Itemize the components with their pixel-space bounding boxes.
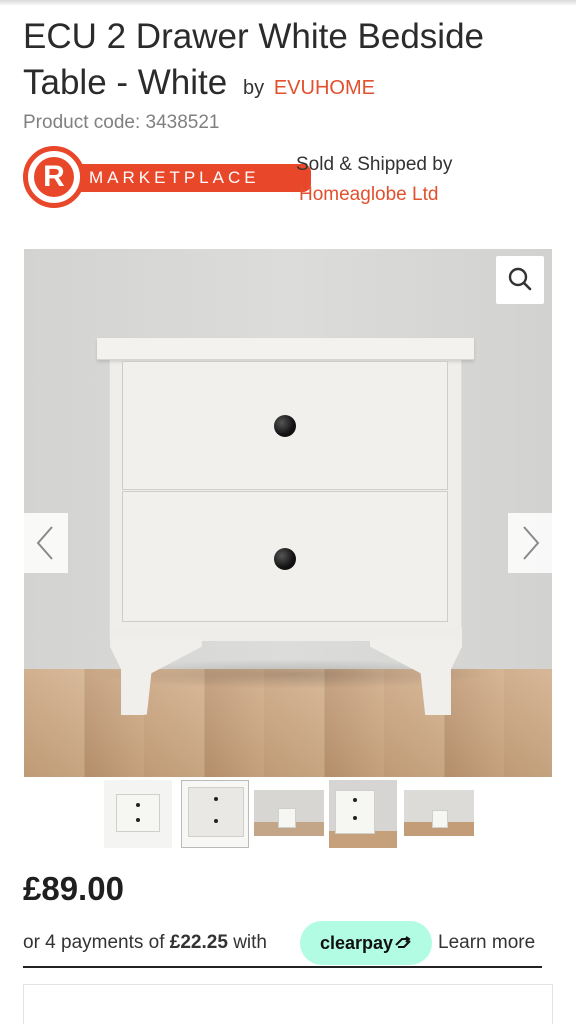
chevron-left-icon: [36, 526, 53, 560]
drawer-knob-top: [274, 415, 296, 437]
thumbnail-5[interactable]: [404, 790, 474, 836]
clearpay-label: clearpay: [319, 933, 394, 953]
installment-amount: £22.25: [169, 932, 228, 953]
payments-divider: [23, 966, 542, 968]
installment-prefix: or 4 payments of: [23, 932, 170, 953]
clearpay-badge[interactable]: clearpay: [300, 921, 432, 965]
learn-more-link[interactable]: Learn more: [438, 928, 535, 958]
sold-shipped-label: Sold & Shipped by: [296, 154, 453, 175]
clearpay-arrows-icon: [395, 936, 411, 948]
seller-link[interactable]: Homeaglobe Ltd: [299, 180, 438, 210]
product-image-gallery[interactable]: [24, 249, 552, 777]
product-code: Product code: 3438521: [23, 112, 220, 133]
thumbnail-5-table: [432, 810, 448, 828]
next-section-box: [23, 984, 553, 1024]
thumbnail-1-table: [116, 794, 160, 832]
product-price: £89.00: [23, 870, 124, 907]
thumbnail-1[interactable]: [104, 780, 172, 848]
chevron-right-icon: [523, 526, 540, 560]
installment-text: or 4 payments of £22.25 with: [23, 928, 267, 958]
marketplace-logo: MARKETPLACE R: [23, 146, 311, 210]
previous-image-button[interactable]: [24, 513, 68, 573]
marketplace-logo-letter: R: [34, 157, 74, 197]
marketplace-logo-ring: R: [23, 146, 85, 208]
magnifier-icon: [508, 267, 532, 291]
thumbnail-2[interactable]: [181, 780, 249, 848]
thumbnail-4-knob: [353, 816, 357, 820]
drawer-knob-bottom: [274, 548, 296, 570]
thumbnail-2-table: [188, 787, 244, 837]
product-title: ECU 2 Drawer White Bedside Table - White…: [23, 14, 563, 111]
by-label: by: [242, 77, 265, 99]
top-edge-shadow: [0, 0, 576, 6]
thumbnail-2-knob: [214, 797, 218, 801]
thumbnail-strip: [104, 780, 474, 848]
marketplace-logo-text: MARKETPLACE: [89, 168, 260, 187]
thumbnail-1-knob: [136, 818, 140, 822]
installment-suffix: with: [227, 932, 267, 953]
next-image-button[interactable]: [508, 513, 552, 573]
thumbnail-3[interactable]: [254, 790, 324, 836]
thumbnail-4[interactable]: [329, 780, 397, 848]
bedside-table-apron: [110, 627, 462, 641]
zoom-button[interactable]: [496, 256, 544, 304]
thumbnail-4-knob: [353, 798, 357, 802]
thumbnail-4-table: [335, 790, 375, 834]
thumbnail-3-table: [278, 808, 296, 828]
bedside-table-top: [97, 338, 474, 360]
thumbnail-2-knob: [214, 819, 218, 823]
thumbnail-1-knob: [136, 803, 140, 807]
brand-link[interactable]: EVUHOME: [274, 77, 375, 99]
